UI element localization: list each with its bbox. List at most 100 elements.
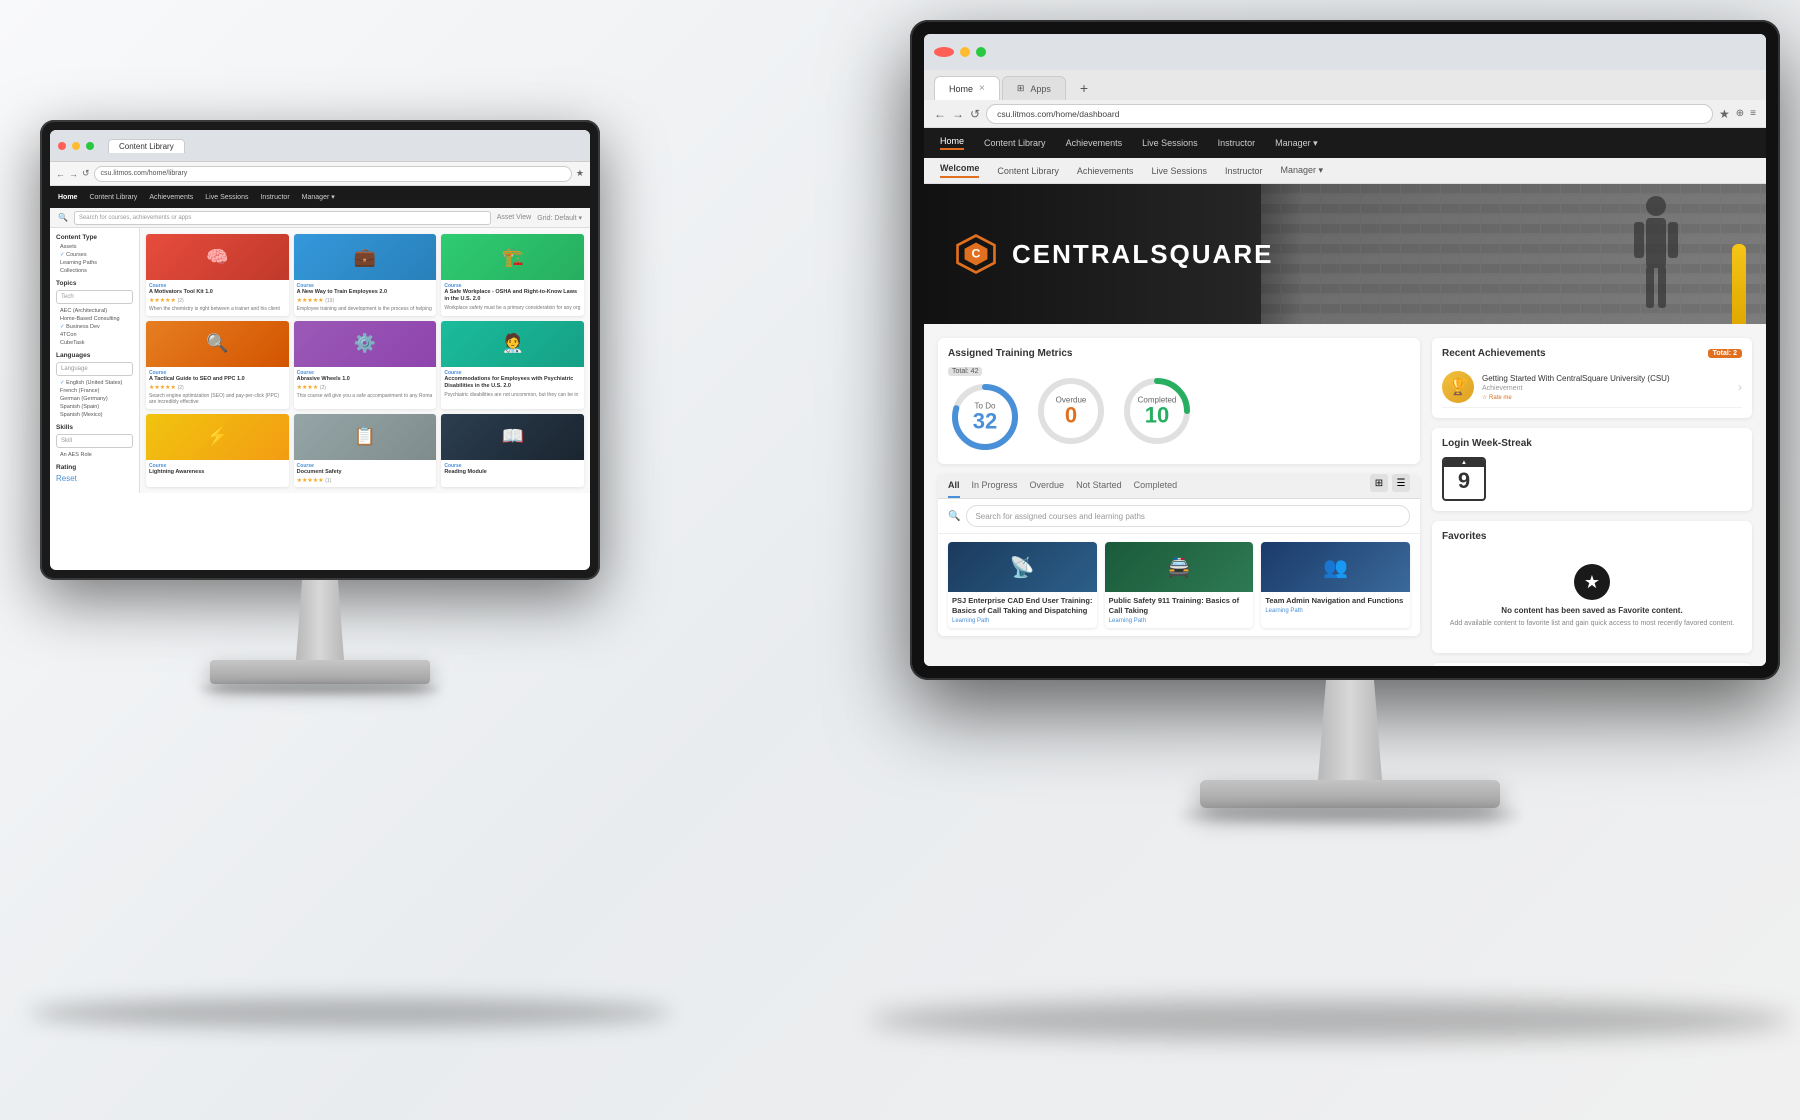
- tab-in-progress[interactable]: In Progress: [972, 474, 1018, 498]
- grid-view-btn[interactable]: ⊞: [1370, 474, 1388, 492]
- nav-content-library[interactable]: Content Library: [89, 194, 137, 201]
- training-search-input[interactable]: Search for assigned courses and learning…: [966, 505, 1410, 527]
- lang-spanish-spain[interactable]: Spanish (Spain): [56, 404, 133, 410]
- right-close-dot[interactable]: [934, 47, 954, 57]
- bookmark-icon[interactable]: ★: [1719, 107, 1730, 121]
- cs-logo-icon: C: [954, 232, 998, 276]
- list-item[interactable]: 🔍 Course A Tactical Guide to SEO and PPC…: [146, 321, 289, 409]
- rating-clear[interactable]: Reset: [56, 474, 133, 483]
- tab-completed[interactable]: Completed: [1134, 474, 1178, 498]
- right-tab-apps-label: Apps: [1030, 84, 1051, 94]
- sidebar-type-assets[interactable]: Assets: [56, 244, 133, 250]
- metric-overdue-value: 0: [1056, 404, 1087, 426]
- course-thumb-9: 📖: [441, 414, 584, 460]
- tab-all[interactable]: All: [948, 474, 960, 498]
- course-thumb-1: 🧠: [146, 234, 289, 280]
- tab-overdue[interactable]: Overdue: [1030, 474, 1065, 498]
- topic-4tcon[interactable]: 4TCon: [56, 332, 133, 338]
- list-item[interactable]: 💼 Course A New Way to Train Employees 2.…: [294, 234, 437, 316]
- tab-not-started[interactable]: Not Started: [1076, 474, 1122, 498]
- topic-cubetask[interactable]: CubeTask: [56, 340, 133, 346]
- sidebar-type-courses[interactable]: Courses: [56, 252, 133, 258]
- left-active-tab[interactable]: Content Library: [108, 139, 185, 153]
- skill-any-role[interactable]: An AES Role: [56, 452, 133, 458]
- topic-business-dev[interactable]: Business Dev: [56, 324, 133, 330]
- table-row[interactable]: 🚔 Public Safety 911 Training: Basics of …: [1105, 542, 1254, 628]
- achievement-content: Getting Started With CentralSquare Unive…: [1482, 373, 1670, 400]
- list-item[interactable]: 🏗️ Course A Safe Workplace - OSHA and Ri…: [441, 234, 584, 316]
- maximize-dot[interactable]: [86, 142, 94, 150]
- topic-aec[interactable]: AEC (Architectural): [56, 308, 133, 314]
- dash-left-col: Assigned Training Metrics Total: 42: [938, 338, 1420, 666]
- language-search[interactable]: Language: [56, 362, 133, 376]
- back-button[interactable]: ←: [934, 107, 946, 121]
- streak-day: 9: [1458, 467, 1470, 496]
- tab-row: Content Library: [108, 139, 582, 153]
- table-row[interactable]: 📡 PSJ Enterprise CAD End User Training: …: [948, 542, 1097, 628]
- left-search-input[interactable]: Search for courses, achievements or apps: [74, 211, 491, 225]
- right-tab-apps[interactable]: ⊞ Apps: [1002, 76, 1066, 100]
- left-url-field[interactable]: csu.litmos.com/home/library: [94, 166, 572, 182]
- right-nav-manager[interactable]: Manager ▾: [1275, 138, 1318, 149]
- achievements-title-text: Recent Achievements: [1442, 348, 1546, 359]
- subnav-manager[interactable]: Manager ▾: [1280, 165, 1323, 176]
- stand-base-left: [210, 660, 430, 684]
- achievement-star-rate[interactable]: ☆ Rate me: [1482, 394, 1670, 401]
- minimize-dot[interactable]: [72, 142, 80, 150]
- nav-achievements[interactable]: Achievements: [149, 194, 193, 201]
- list-view-btn[interactable]: ☰: [1392, 474, 1410, 492]
- list-item[interactable]: 📋 Course Document Safety ★★★★★ (1): [294, 414, 437, 487]
- lang-spanish-mexico[interactable]: Spanish (Mexico): [56, 412, 133, 418]
- topics-search[interactable]: Tech: [56, 290, 133, 304]
- topic-home-based[interactable]: Home-Based Consulting: [56, 316, 133, 322]
- course-grid: 🧠 Course A Motivators Tool Kit 1.0 ★★★★★…: [140, 228, 590, 493]
- right-nav-live-sessions[interactable]: Live Sessions: [1142, 138, 1198, 148]
- lang-german[interactable]: German (Germany): [56, 396, 133, 402]
- right-nav-home[interactable]: Home: [940, 136, 964, 150]
- list-item[interactable]: ⚡ Course Lightning Awareness: [146, 414, 289, 487]
- subnav-content-library[interactable]: Content Library: [997, 166, 1059, 176]
- list-item[interactable]: ⚙️ Course Abrasive Wheels 1.0 ★★★★ (2) T…: [294, 321, 437, 409]
- nav-manager[interactable]: Manager ▾: [302, 193, 335, 201]
- right-tab-home[interactable]: Home ×: [934, 76, 1000, 100]
- table-row[interactable]: 👥 Team Admin Navigation and Functions Le…: [1261, 542, 1410, 628]
- sidebar-type-collections[interactable]: Collections: [56, 268, 133, 274]
- right-url-field[interactable]: csu.litmos.com/home/dashboard: [986, 104, 1713, 124]
- trophy-icon: 🏆: [1442, 371, 1474, 403]
- reading-list-icon[interactable]: ≡: [1750, 108, 1756, 119]
- subnav-live-sessions[interactable]: Live Sessions: [1151, 166, 1207, 176]
- achievement-item[interactable]: 🏆 Getting Started With CentralSquare Uni…: [1442, 367, 1742, 408]
- list-item[interactable]: 🧑‍⚕️ Course Accommodations for Employees…: [441, 321, 584, 409]
- new-tab-button[interactable]: +: [1072, 76, 1096, 100]
- course-stars-8: ★★★★★ (1): [297, 477, 434, 484]
- right-tab-close[interactable]: ×: [979, 83, 985, 94]
- subnav-instructor[interactable]: Instructor: [1225, 166, 1263, 176]
- lang-french[interactable]: French (France): [56, 388, 133, 394]
- subnav-achievements[interactable]: Achievements: [1077, 166, 1134, 176]
- right-nav-achievements[interactable]: Achievements: [1066, 138, 1123, 148]
- list-item[interactable]: 📖 Course Reading Module: [441, 414, 584, 487]
- course-thumb-4: 🔍: [146, 321, 289, 367]
- achievements-badge: Total: 2: [1708, 349, 1742, 358]
- extensions-icon[interactable]: ⊕: [1736, 108, 1744, 119]
- right-nav-content-library[interactable]: Content Library: [984, 138, 1046, 148]
- training-thumb-icon-2: 🚔: [1105, 542, 1254, 592]
- right-maximize-dot[interactable]: [976, 47, 986, 57]
- sidebar-type-learning-paths[interactable]: Learning Paths: [56, 260, 133, 266]
- forward-button[interactable]: →: [952, 107, 964, 121]
- nav-live-sessions[interactable]: Live Sessions: [205, 194, 248, 201]
- nav-home[interactable]: Home: [58, 194, 77, 201]
- nav-instructor[interactable]: Instructor: [260, 194, 289, 201]
- subnav-welcome[interactable]: Welcome: [940, 163, 979, 178]
- lang-english[interactable]: English (United States): [56, 380, 133, 386]
- achievement-arrow[interactable]: ›: [1738, 380, 1742, 394]
- close-dot[interactable]: [58, 142, 66, 150]
- course-info-8: Course Document Safety ★★★★★ (1): [294, 460, 437, 487]
- list-item[interactable]: 🧠 Course A Motivators Tool Kit 1.0 ★★★★★…: [146, 234, 289, 316]
- right-minimize-dot[interactable]: [960, 47, 970, 57]
- skills-search[interactable]: Skill: [56, 434, 133, 448]
- course-info-2: Course A New Way to Train Employees 2.0 …: [294, 280, 437, 316]
- refresh-button[interactable]: ↺: [970, 107, 980, 121]
- right-nav-instructor[interactable]: Instructor: [1218, 138, 1256, 148]
- training-card-img-3: 👥: [1261, 542, 1410, 592]
